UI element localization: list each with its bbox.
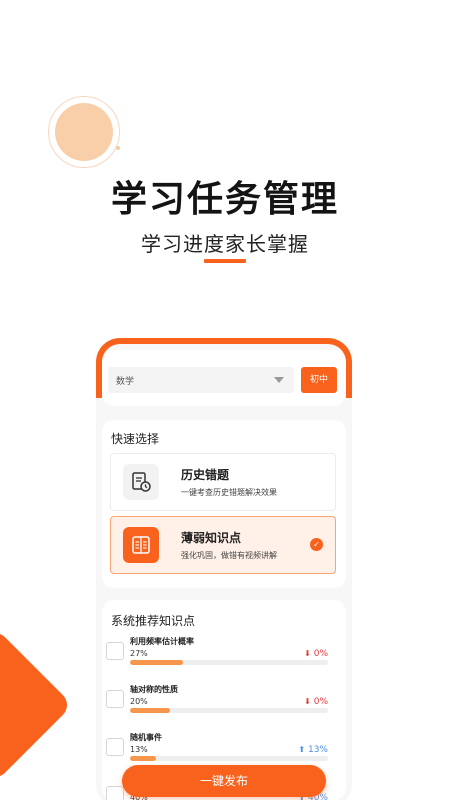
knowledge-point-percent: 20%	[130, 697, 148, 706]
knowledge-point-name: 随机事件	[130, 733, 162, 742]
check-icon: ✓	[310, 538, 323, 551]
checkbox[interactable]	[106, 786, 124, 800]
trend-value: 13%	[307, 745, 328, 755]
knowledge-point-name: 轴对称的性质	[130, 685, 178, 694]
subject-select[interactable]: 数学	[108, 367, 294, 393]
title-underline	[204, 259, 246, 263]
knowledge-point-percent: 13%	[130, 745, 148, 754]
grade-button[interactable]: 初中	[301, 367, 337, 393]
option-title: 历史错题	[181, 468, 230, 482]
progress-track	[130, 660, 328, 665]
knowledge-point-row[interactable]: 轴对称的性质 20% ⬇ 0%	[106, 684, 328, 724]
checkbox[interactable]	[106, 738, 124, 756]
arrow-up-icon: ⬆	[298, 745, 306, 754]
quick-select-title: 快速选择	[111, 432, 160, 446]
progress-fill	[130, 756, 156, 761]
knowledge-point-name: 利用频率估计概率	[130, 637, 194, 646]
book-icon	[123, 527, 159, 563]
progress-track	[130, 756, 328, 761]
decorative-diamond	[0, 627, 73, 783]
progress-fill	[130, 708, 170, 713]
recommend-title: 系统推荐知识点	[111, 614, 196, 628]
trend-indicator: ⬇ 0%	[304, 649, 328, 659]
option-weak-points[interactable]: 薄弱知识点 强化巩固，做错有视频讲解 ✓	[110, 516, 336, 574]
progress-fill	[130, 660, 183, 665]
trend-value: 0%	[313, 649, 328, 659]
checkbox[interactable]	[106, 642, 124, 660]
option-description: 一键考查历史错题解决效果	[181, 488, 277, 497]
decorative-dot	[116, 146, 120, 150]
trend-indicator: ⬇ 0%	[304, 697, 328, 707]
document-clock-icon	[123, 464, 159, 500]
arrow-down-icon: ⬇	[304, 697, 311, 706]
checkbox[interactable]	[106, 690, 124, 708]
publish-button[interactable]: 一键发布	[122, 765, 326, 797]
trend-indicator: ⬆ 13%	[298, 745, 328, 755]
knowledge-point-percent: 27%	[130, 649, 148, 658]
option-title: 薄弱知识点	[181, 531, 242, 545]
progress-track	[130, 708, 328, 713]
knowledge-point-row[interactable]: 利用频率估计概率 27% ⬇ 0%	[106, 636, 328, 676]
hero-subtitle: 学习进度家长掌握	[141, 232, 309, 256]
decorative-circle	[48, 96, 120, 168]
option-history-mistakes[interactable]: 历史错题 一键考查历史错题解决效果	[110, 453, 336, 511]
trend-value: 0%	[313, 697, 328, 707]
dropdown-caret-icon	[274, 377, 284, 383]
arrow-down-icon: ⬇	[304, 649, 311, 658]
option-description: 强化巩固，做错有视频讲解	[181, 551, 277, 560]
hero-title: 学习任务管理	[110, 179, 339, 220]
subject-value: 数学	[116, 377, 135, 387]
